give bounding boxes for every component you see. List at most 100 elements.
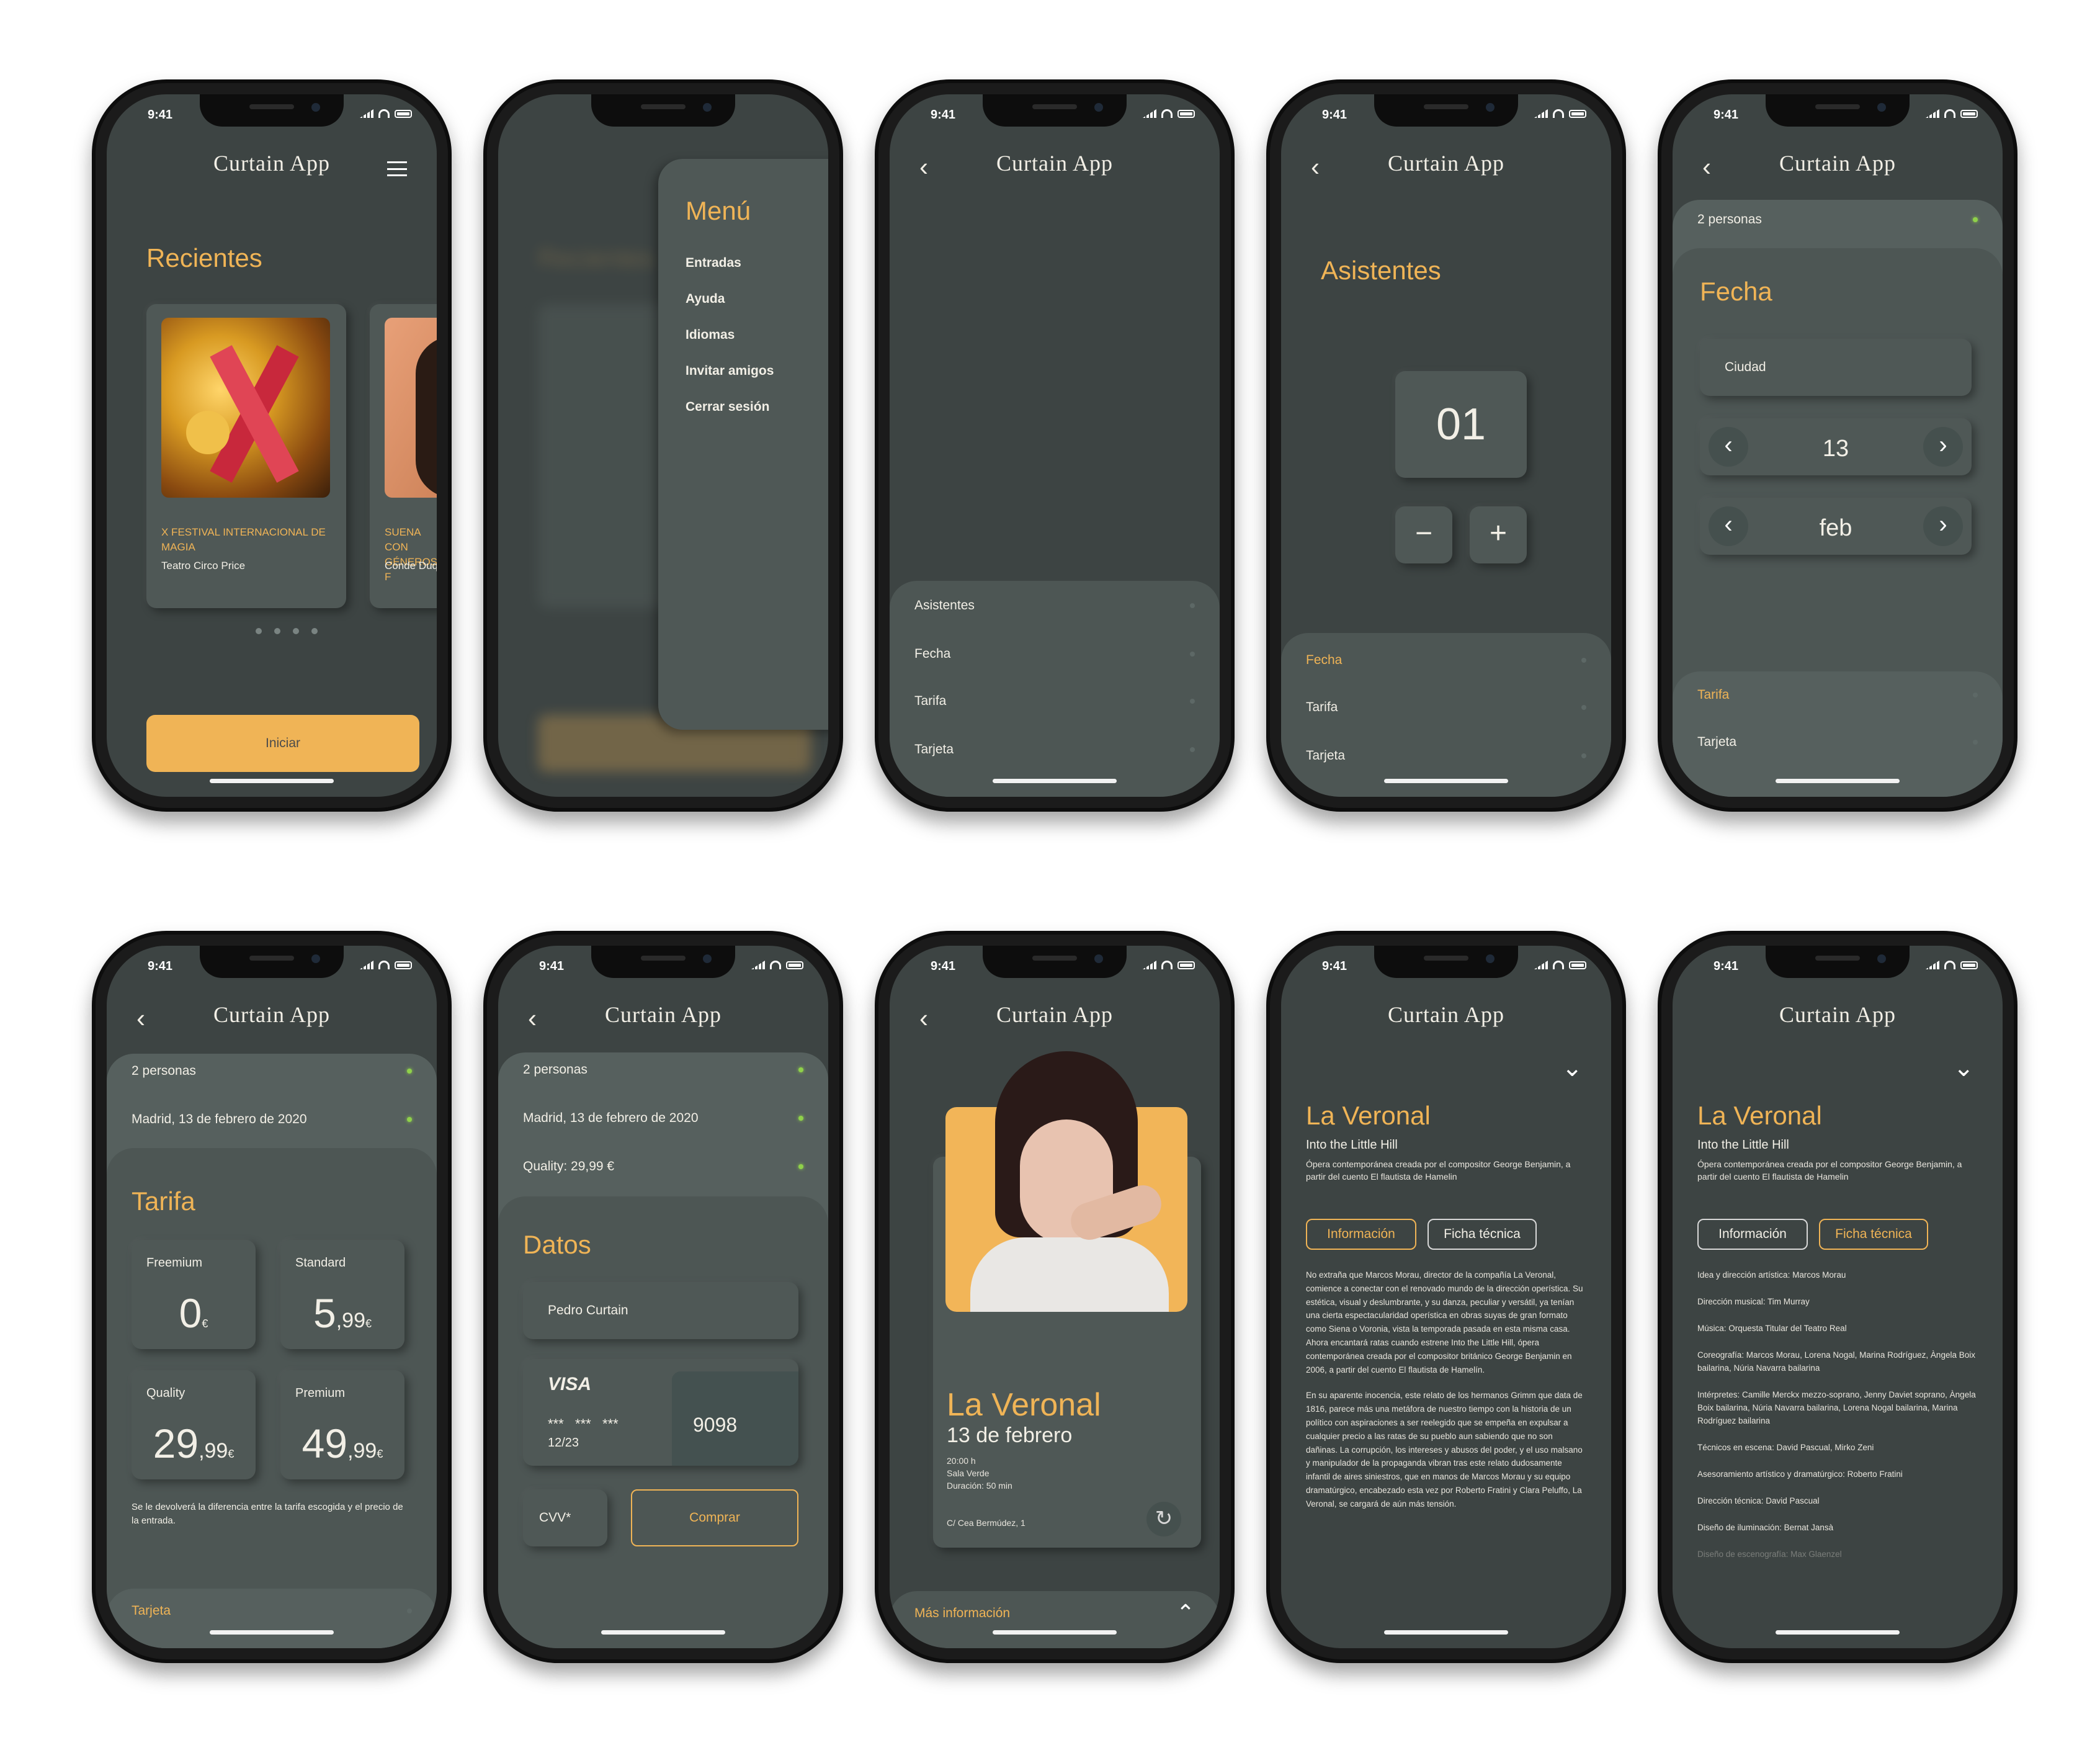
phone-ticket: 9:41 ‹ Curtain App La Veronal 13 de febr… bbox=[875, 931, 1235, 1663]
step-tarjeta[interactable]: Tarjeta bbox=[132, 1604, 412, 1618]
rate-price-int: 49 bbox=[302, 1420, 348, 1466]
phone-menu: Recientes Menú Entradas Ayuda Idiomas In… bbox=[483, 79, 843, 812]
rate-freemium[interactable]: Freemium 0€ bbox=[132, 1240, 256, 1349]
menu-item-logout[interactable]: Cerrar sesión bbox=[686, 400, 769, 415]
card-masked: *** *** *** bbox=[548, 1416, 619, 1432]
rate-price-int: 29 bbox=[153, 1420, 199, 1466]
summary-attendees: 2 personas bbox=[132, 1064, 196, 1078]
name-field[interactable]: Pedro Curtain bbox=[523, 1282, 798, 1339]
tab-informacion[interactable]: Información bbox=[1697, 1219, 1808, 1250]
rate-standard[interactable]: Standard 5,99€ bbox=[280, 1240, 404, 1349]
attendee-count: 01 bbox=[1395, 371, 1527, 478]
event-card[interactable]: X FESTIVAL INTERNACIONAL DE MAGIA Teatro… bbox=[146, 304, 346, 608]
menu-item-entradas[interactable]: Entradas bbox=[686, 256, 741, 271]
home-indicator bbox=[993, 1630, 1117, 1635]
chevron-down-icon[interactable]: ⌄ bbox=[1953, 1054, 1974, 1082]
phone-tarifa: 9:41 ‹ Curtain App 2 personas Madrid, 13… bbox=[92, 931, 452, 1663]
rate-name: Freemium bbox=[146, 1256, 203, 1270]
rate-premium[interactable]: Premium 49,99€ bbox=[280, 1370, 404, 1479]
page-title: Recientes bbox=[146, 243, 262, 272]
screen-steps: 9:41 ‹ Curtain App Asistentes Fecha Tari… bbox=[890, 94, 1220, 797]
rate-price-int: 5 bbox=[313, 1290, 336, 1336]
screen-datos: 9:41 ‹ Curtain App 2 personas Madrid, 13… bbox=[498, 946, 828, 1648]
menu-icon[interactable] bbox=[387, 161, 407, 176]
notch bbox=[200, 94, 344, 127]
event-title: La Veronal bbox=[947, 1387, 1101, 1423]
tab-ficha-tecnica[interactable]: Ficha técnica bbox=[1819, 1219, 1928, 1250]
more-info-bar[interactable]: Más información ⌃ bbox=[890, 1591, 1220, 1648]
menu-item-ayuda[interactable]: Ayuda bbox=[686, 292, 725, 307]
app-logo: Curtain App bbox=[996, 151, 1113, 176]
rate-price-dec: ,99 bbox=[199, 1439, 228, 1463]
phone-steps: 9:41 ‹ Curtain App Asistentes Fecha Tari… bbox=[875, 79, 1235, 812]
rate-quality[interactable]: Quality 29,99€ bbox=[132, 1370, 256, 1479]
month-stepper[interactable]: ‹ feb › bbox=[1700, 498, 1972, 555]
step-sheet: Tarjeta bbox=[107, 1589, 437, 1648]
phone-datos: 9:41 ‹ Curtain App 2 personas Madrid, 13… bbox=[483, 931, 843, 1663]
step-tarifa[interactable]: Tarifa bbox=[914, 694, 1195, 709]
notch bbox=[591, 946, 735, 978]
notch bbox=[1766, 946, 1910, 978]
rate-currency: € bbox=[365, 1317, 372, 1330]
status-time: 9:41 bbox=[1322, 959, 1347, 973]
chevron-right-icon[interactable]: › bbox=[1923, 427, 1963, 467]
screen-fecha: 9:41 ‹ Curtain App 2 personas Fecha Ciud… bbox=[1673, 94, 2003, 797]
step-panel: Tarifa Freemium 0€ Standard 5,99€ Qualit… bbox=[107, 1148, 437, 1648]
battery-icon bbox=[786, 961, 803, 969]
step-fecha[interactable]: Fecha bbox=[914, 647, 1195, 662]
chevron-up-icon[interactable]: ⌃ bbox=[1176, 1600, 1195, 1626]
tab-informacion[interactable]: Información bbox=[1306, 1219, 1416, 1250]
signal-icon bbox=[1534, 961, 1548, 969]
step-tarifa[interactable]: Tarifa bbox=[1306, 700, 1586, 715]
more-info-label: Más información bbox=[914, 1606, 1011, 1620]
credit-item: Diseño de escenografía: Max Glaenzel bbox=[1697, 1550, 1842, 1559]
increment-button[interactable]: + bbox=[1470, 506, 1527, 563]
rate-price: 49,99€ bbox=[280, 1420, 404, 1467]
event-description: Ópera contemporánea creada por el compos… bbox=[1697, 1159, 1962, 1182]
wifi-icon bbox=[1944, 109, 1955, 118]
chevron-right-icon[interactable]: › bbox=[1923, 506, 1963, 546]
step-tarjeta[interactable]: Tarjeta bbox=[914, 742, 1195, 757]
rate-name: Quality bbox=[146, 1386, 185, 1400]
buy-button[interactable]: Comprar bbox=[631, 1489, 798, 1546]
city-input[interactable]: Ciudad bbox=[1700, 339, 1972, 396]
carousel-dots[interactable] bbox=[256, 628, 318, 634]
step-fecha[interactable]: Fecha bbox=[1306, 653, 1586, 668]
start-button[interactable]: Iniciar bbox=[146, 715, 419, 772]
screen-tarifa: 9:41 ‹ Curtain App 2 personas Madrid, 13… bbox=[107, 946, 437, 1648]
status-time: 9:41 bbox=[931, 959, 956, 973]
status-time: 9:41 bbox=[148, 108, 173, 122]
signal-icon bbox=[1926, 961, 1939, 969]
chevron-down-icon[interactable]: ⌄ bbox=[1562, 1054, 1583, 1082]
decrement-button[interactable]: − bbox=[1395, 506, 1452, 563]
rate-currency: € bbox=[377, 1448, 383, 1460]
step-asistentes[interactable]: Asistentes bbox=[914, 598, 1195, 613]
rate-note: Se le devolverá la diferencia entre la t… bbox=[132, 1502, 403, 1526]
step-tarjeta[interactable]: Tarjeta bbox=[1306, 748, 1586, 763]
step-tarjeta[interactable]: Tarjeta bbox=[1697, 735, 1978, 750]
event-room: Sala Verde bbox=[947, 1468, 990, 1478]
signal-icon bbox=[360, 961, 373, 969]
credit-item: Coreografía: Marcos Morau, Lorena Nogal,… bbox=[1697, 1350, 1975, 1373]
credit-card-field[interactable]: VISA *** *** *** 9098 12/23 bbox=[523, 1359, 798, 1466]
day-stepper[interactable]: ‹ 13 › bbox=[1700, 418, 1972, 475]
notch bbox=[1374, 946, 1518, 978]
step-tarifa[interactable]: Tarifa bbox=[1697, 688, 1978, 702]
wifi-icon bbox=[1553, 109, 1564, 118]
event-title: X FESTIVAL INTERNACIONAL DE MAGIA bbox=[161, 526, 326, 553]
status-time: 9:41 bbox=[1714, 108, 1739, 122]
menu-item-idiomas[interactable]: Idiomas bbox=[686, 328, 735, 343]
info-text: No extraña que Marcos Morau, director de… bbox=[1306, 1268, 1585, 1597]
cvv-field[interactable]: CVV* bbox=[523, 1489, 607, 1546]
tab-ficha-tecnica[interactable]: Ficha técnica bbox=[1428, 1219, 1537, 1250]
refresh-icon[interactable]: ↻ bbox=[1146, 1502, 1181, 1536]
event-card[interactable]: SUENA CON GÉNEROS F Conde Duqu bbox=[370, 304, 437, 608]
event-photo bbox=[945, 1051, 1187, 1312]
rate-name: Standard bbox=[295, 1256, 346, 1270]
summary-date: Madrid, 13 de febrero de 2020 bbox=[132, 1112, 307, 1126]
wifi-icon bbox=[1553, 961, 1564, 969]
menu-item-invitar[interactable]: Invitar amigos bbox=[686, 364, 774, 379]
notch bbox=[983, 946, 1127, 978]
notch bbox=[1766, 94, 1910, 127]
battery-icon bbox=[395, 961, 412, 969]
